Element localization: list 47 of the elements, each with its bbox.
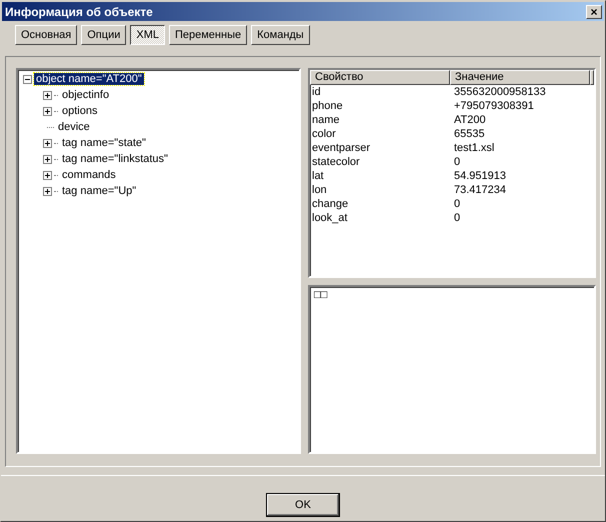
table-cell-text: 73.417234 xyxy=(453,183,507,197)
table-cell-text: 0 xyxy=(453,197,462,211)
ok-button[interactable]: OK xyxy=(266,493,340,517)
table-cell-text: statecolor xyxy=(311,155,361,169)
table-cell-text: +795079308391 xyxy=(453,99,535,113)
close-button[interactable]: × xyxy=(586,4,602,18)
table-cell-text: lon xyxy=(311,183,328,197)
tab[interactable]: Переменные xyxy=(168,25,248,45)
table-cell-text: color xyxy=(311,127,337,141)
table-cell-text: 355632000958133 xyxy=(453,85,547,99)
table-cell-text: 54.951913 xyxy=(453,169,507,183)
tree-item[interactable]: objectinfo xyxy=(60,89,112,101)
tree-item[interactable]: tag name="state" xyxy=(60,137,148,149)
expand-icon[interactable] xyxy=(43,106,52,116)
expand-icon[interactable] xyxy=(43,154,52,164)
window-title: Информация об объекте xyxy=(5,4,153,18)
tree-item[interactable]: device xyxy=(56,121,92,133)
tab[interactable]: Основная xyxy=(15,25,78,45)
expand-icon[interactable] xyxy=(43,170,52,180)
preview-text: □□ xyxy=(314,289,328,301)
collapse-icon[interactable] xyxy=(23,74,32,84)
table-cell-text: 0 xyxy=(453,211,462,225)
table-cell-text: phone xyxy=(311,99,344,113)
table-cell-text: look_at xyxy=(311,211,348,225)
tree-item[interactable]: tag name="Up" xyxy=(60,185,138,197)
table-cell-text: id xyxy=(311,85,322,99)
tree-item[interactable]: commands xyxy=(60,169,118,181)
expand-icon[interactable] xyxy=(43,186,52,196)
table-cell-text: lat xyxy=(311,169,325,183)
column-header[interactable]: Свойство xyxy=(310,70,450,85)
table-cell-text: change xyxy=(311,197,350,211)
table-cell-text: AT200 xyxy=(453,113,487,127)
table-cell-text: eventparser xyxy=(311,141,372,155)
tab[interactable]: Команды xyxy=(251,25,310,45)
tree-item[interactable]: object name="AT200" xyxy=(34,73,144,85)
column-header[interactable]: Значение xyxy=(450,70,590,85)
table-cell-text: 65535 xyxy=(453,127,486,141)
table-cell-text: test1.xsl xyxy=(453,141,496,155)
expand-icon[interactable] xyxy=(43,138,52,148)
tree-item[interactable]: tag name="linkstatus" xyxy=(60,153,170,165)
tree-line-icon xyxy=(47,126,54,128)
tree-item[interactable]: options xyxy=(60,105,100,117)
tab[interactable]: XML xyxy=(130,25,165,45)
table-cell-text: 0 xyxy=(453,155,462,169)
table-cell-text: name xyxy=(311,113,341,127)
expand-icon[interactable] xyxy=(43,90,52,100)
tab[interactable]: Опции xyxy=(81,25,126,45)
